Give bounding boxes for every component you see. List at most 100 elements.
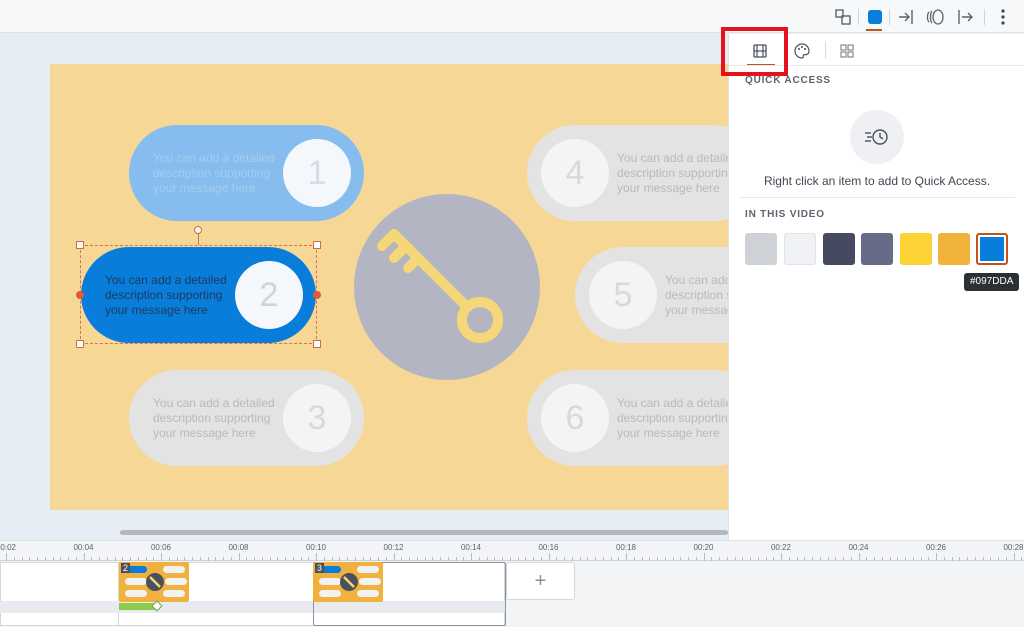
exit-animation-icon[interactable] <box>955 7 975 27</box>
tick-mark <box>300 557 302 561</box>
tick-mark <box>114 557 116 561</box>
tick-mark <box>812 557 813 561</box>
scene-number: 2 <box>121 563 131 573</box>
tick-mark <box>130 557 131 561</box>
tick-mark <box>308 557 310 561</box>
tick-label: 00:06 <box>150 543 172 552</box>
tick-mark <box>502 557 503 561</box>
tick-mark <box>494 557 496 561</box>
resize-handle-right[interactable] <box>313 291 321 299</box>
tick-mark <box>602 557 604 561</box>
tick-mark <box>106 557 108 561</box>
color-swatch[interactable] <box>745 233 777 265</box>
item-number: 6 <box>541 384 609 452</box>
tick-mark <box>548 553 550 561</box>
tick-mark <box>1005 557 1007 561</box>
color-swatch[interactable] <box>823 233 855 265</box>
tick-mark <box>432 557 434 561</box>
toolbar-divider <box>889 9 890 25</box>
rotate-handle[interactable] <box>194 226 202 234</box>
tick-mark <box>261 557 263 561</box>
color-swatch[interactable] <box>900 233 932 265</box>
list-item[interactable]: 5 You can add a detailed description sup… <box>575 247 728 343</box>
more-options-icon[interactable] <box>993 7 1013 27</box>
tick-mark <box>998 557 999 561</box>
horizontal-scrollbar[interactable] <box>120 530 728 535</box>
tick-mark <box>424 557 426 561</box>
resize-handle-bl[interactable] <box>76 340 84 348</box>
tick-mark <box>331 557 333 561</box>
resize-handle-tr[interactable] <box>313 241 321 249</box>
tick-mark <box>440 557 441 561</box>
tick-mark <box>354 557 356 561</box>
toolbar-divider <box>984 9 985 25</box>
tick-mark <box>455 557 457 561</box>
list-item[interactable]: 4 You can add a detailed description sup… <box>527 125 728 221</box>
toolbar-divider <box>858 9 859 25</box>
item-description: You can add a detailed description suppo… <box>617 151 728 195</box>
tick-mark <box>858 553 860 561</box>
tab-palette[interactable] <box>789 40 815 62</box>
tick-mark <box>347 557 348 561</box>
resize-handle-left[interactable] <box>76 291 84 299</box>
color-swatch[interactable] <box>861 233 893 265</box>
tick-mark <box>796 557 798 561</box>
tick-mark <box>618 557 620 561</box>
motion-effect-icon[interactable] <box>926 7 946 27</box>
tick-mark <box>409 557 410 561</box>
tick-mark <box>416 557 418 561</box>
tick-mark <box>819 557 821 561</box>
list-item[interactable]: You can add a detailed description suppo… <box>129 125 364 221</box>
tick-mark <box>153 557 155 561</box>
tick-mark <box>734 557 736 561</box>
time-ruler[interactable]: 00:02 00:04 00:06 00:08 00:10 00:12 00:14 00:16… <box>0 541 1024 561</box>
grid-icon <box>840 44 854 58</box>
quick-access-hint: Right click an item to add to Quick Acce… <box>763 174 991 188</box>
tick-mark <box>478 557 480 561</box>
color-fill-icon[interactable] <box>865 7 885 27</box>
tick-mark <box>757 557 759 561</box>
tick-mark <box>486 557 488 561</box>
tick-mark <box>316 553 317 561</box>
tick-label: 00:04 <box>73 543 94 552</box>
tick-label: 00:28 <box>1003 543 1024 552</box>
tick-mark <box>99 557 100 561</box>
resize-handle-br[interactable] <box>313 340 321 348</box>
item-description: You can add a detailed description suppo… <box>665 273 728 317</box>
tick-mark <box>60 557 62 561</box>
list-item[interactable]: You can add a detailed description suppo… <box>129 370 364 466</box>
highlight-box <box>721 27 788 76</box>
list-item[interactable]: 6 You can add a detailed description sup… <box>527 370 728 466</box>
tick-mark <box>254 557 255 561</box>
tick-mark <box>719 557 720 561</box>
tick-mark <box>207 557 209 561</box>
tick-label: 00:24 <box>848 543 869 552</box>
scene-thumbnail[interactable]: 2 <box>119 562 189 602</box>
tick-mark <box>339 557 341 561</box>
tick-mark <box>633 557 635 561</box>
tick-label: 00:08 <box>228 543 249 552</box>
tick-mark <box>122 557 124 561</box>
tick-mark <box>827 557 829 561</box>
tick-mark <box>773 557 775 561</box>
scene-thumbnail[interactable]: 3 <box>313 562 383 602</box>
color-swatch[interactable] <box>938 233 970 265</box>
color-swatch[interactable] <box>784 233 816 265</box>
center-circle[interactable] <box>354 194 540 380</box>
item-number: 3 <box>283 384 351 452</box>
resize-icon[interactable] <box>833 7 853 27</box>
top-toolbar <box>0 0 1024 33</box>
tick-mark <box>230 557 232 561</box>
tick-label: 00:14 <box>460 543 482 552</box>
tick-mark <box>920 557 922 561</box>
tick-mark <box>943 557 945 561</box>
color-swatch-selected[interactable] <box>976 233 1008 265</box>
tick-mark <box>215 557 217 561</box>
enter-animation-icon[interactable] <box>896 7 916 27</box>
tab-grid[interactable] <box>834 40 860 62</box>
add-scene-button[interactable]: + <box>506 562 575 600</box>
tick-mark <box>29 557 31 561</box>
resize-handle-tl[interactable] <box>76 241 84 249</box>
tick-mark <box>533 557 534 561</box>
tick-mark <box>874 557 875 561</box>
